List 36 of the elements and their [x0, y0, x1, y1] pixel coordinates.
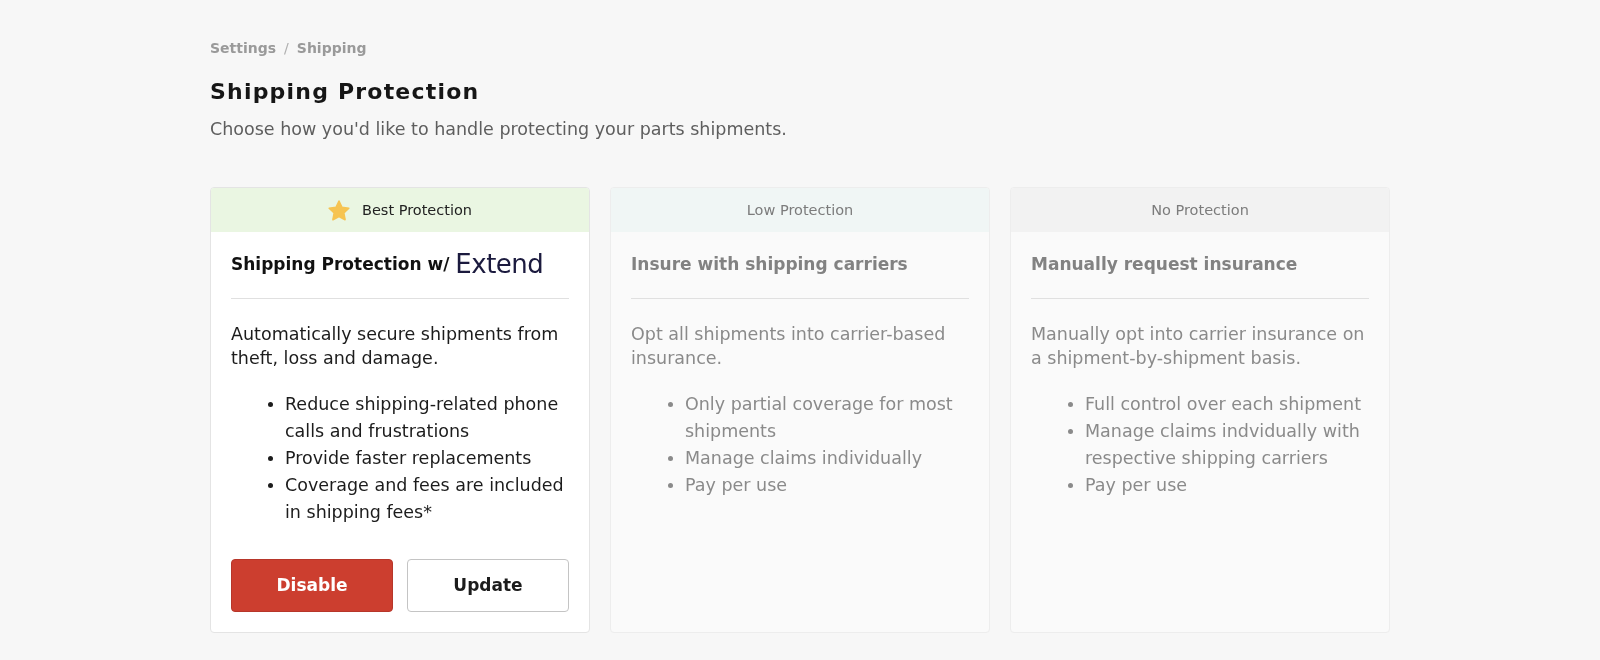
bullet-icon: [668, 402, 673, 407]
bullet-icon: [1068, 429, 1073, 434]
bullet-icon: [268, 483, 273, 488]
logo-text: Extend: [455, 248, 544, 280]
card-title: Manually request insurance: [1031, 253, 1298, 275]
bullet-icon: [1068, 402, 1073, 407]
bullet-text: Reduce shipping-related phone calls and frustrations: [285, 393, 560, 443]
update-button[interactable]: Update: [407, 559, 569, 612]
bullet-text: Pay per use: [685, 474, 788, 497]
disable-button[interactable]: Disable: [231, 559, 393, 612]
bullet-icon: [268, 402, 273, 407]
card-title: Shipping Protection w/: [231, 253, 450, 275]
tier-label: No Protection: [1151, 201, 1249, 220]
bullet-icon: [668, 483, 673, 488]
breadcrumb-current: Shipping: [296, 39, 367, 58]
page-subtitle: Choose how you'd like to handle protecting your parts shipments.: [210, 118, 788, 141]
star-icon: [327, 199, 350, 221]
breadcrumb-link[interactable]: Settings: [210, 38, 277, 58]
bullet-icon: [1068, 483, 1073, 488]
bullet-text: Manage claims individually: [685, 447, 923, 470]
bullet-text: Full control over each shipment: [1085, 393, 1361, 416]
bullet-icon: [268, 456, 273, 461]
bullet-text: Only partial coverage for most shipments: [685, 393, 954, 443]
bullet-icon: [668, 456, 673, 461]
page-title: Shipping Protection: [210, 78, 481, 106]
bullet-text: Manage claims indvidually with respective shipping carriers: [1085, 420, 1361, 470]
bullet-text: Coverage and fees are included in shipping fees*: [285, 474, 565, 524]
tier-label: Low Protection: [746, 201, 854, 220]
tier-label: Best Protection: [361, 201, 473, 220]
card-description: Automatically secure shipments from theft, loss and damage.: [231, 323, 560, 370]
breadcrumb-separator: /: [284, 38, 289, 58]
card-description: Opt all shipments into carrier-based insurance.: [631, 323, 947, 370]
bullet-text: Provide faster replacements: [285, 447, 532, 470]
card-description: Manually opt into carrier insurance on a shipment-by-shipment basis.: [1031, 323, 1366, 370]
card-title: Insure with shipping carriers: [631, 253, 908, 275]
bullet-text: Pay per use: [1085, 474, 1188, 497]
